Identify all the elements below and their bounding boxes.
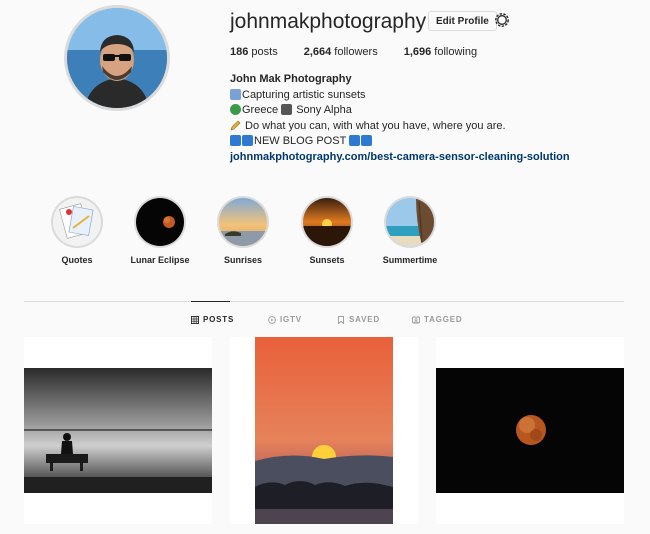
globe-emoji-icon — [230, 104, 241, 115]
bio-line-4: NEW BLOG POST — [254, 135, 347, 147]
tab-saved[interactable]: SAVED — [337, 315, 380, 324]
post-thumbnail[interactable] — [230, 337, 418, 524]
photo-emoji-icon — [230, 88, 241, 100]
tab-label: TAGGED — [424, 315, 463, 324]
avatar-photo — [67, 8, 167, 108]
highlight-label: Summertime — [382, 255, 438, 265]
down-arrow-emoji-icon — [349, 135, 361, 146]
grid-icon — [191, 315, 199, 324]
highlight-label: Sunsets — [309, 255, 345, 265]
profile-full-name: John Mak Photography — [230, 73, 352, 85]
tag-icon — [412, 316, 420, 323]
highlight-label: Lunar Eclipse — [130, 255, 190, 265]
highlight-quotes[interactable]: Quotes — [37, 196, 117, 265]
highlight-sunsets[interactable]: Sunsets — [287, 196, 367, 265]
highlight-cover — [386, 198, 434, 246]
highlight-cover — [219, 198, 267, 246]
tab-igtv[interactable]: IGTV — [268, 315, 302, 324]
tab-label: SAVED — [349, 315, 380, 324]
bookmark-icon — [338, 315, 344, 324]
tabs-divider — [24, 301, 624, 302]
edit-profile-button[interactable]: Edit Profile — [428, 11, 497, 31]
down-arrow-emoji-icon — [242, 135, 253, 146]
highlight-cover — [303, 198, 351, 246]
active-tab-indicator — [191, 301, 230, 302]
profile-bio: John Mak Photography Capturing artistic … — [230, 72, 630, 165]
bio-line-3: Do what you can, with what you have, whe… — [242, 119, 506, 132]
profile-stats: 186 posts 2,664 followers 1,696 followin… — [230, 46, 477, 58]
tab-label: IGTV — [280, 315, 302, 324]
highlight-summertime[interactable]: Summertime — [370, 196, 450, 265]
highlight-cover — [136, 198, 184, 246]
post-photo — [24, 337, 212, 524]
post-thumbnail[interactable] — [436, 337, 624, 524]
camera-emoji-icon — [281, 104, 293, 115]
down-arrow-emoji-icon — [361, 135, 373, 146]
highlight-label: Sunrises — [223, 255, 263, 265]
stat-posts: 186 posts — [230, 46, 278, 58]
tab-label: POSTS — [203, 315, 235, 324]
pencil-emoji-icon — [230, 120, 241, 130]
tab-tagged[interactable]: TAGGED — [412, 315, 462, 324]
highlight-label: Quotes — [61, 255, 93, 265]
profile-username: johnmakphotography — [230, 10, 427, 33]
post-thumbnail[interactable] — [24, 337, 212, 524]
profile-avatar[interactable] — [64, 5, 170, 111]
down-arrow-emoji-icon — [230, 135, 241, 146]
bio-line-1: Capturing artistic sunsets — [242, 88, 366, 101]
tab-posts[interactable]: POSTS — [191, 315, 234, 324]
bio-camera: Sony Alpha — [296, 104, 352, 116]
highlight-cover — [53, 198, 101, 246]
gear-icon[interactable] — [493, 11, 511, 29]
bio-location: Greece — [242, 104, 279, 116]
bio-website-link[interactable]: johnmakphotography.com/best-camera-senso… — [230, 150, 630, 166]
post-photo — [230, 337, 418, 524]
highlight-lunar-eclipse[interactable]: Lunar Eclipse — [120, 196, 200, 265]
post-photo — [436, 337, 624, 524]
stat-followers[interactable]: 2,664 followers — [304, 46, 378, 58]
highlight-sunrises[interactable]: Sunrises — [203, 196, 283, 265]
igtv-icon — [268, 315, 276, 324]
stat-following[interactable]: 1,696 following — [404, 46, 477, 58]
